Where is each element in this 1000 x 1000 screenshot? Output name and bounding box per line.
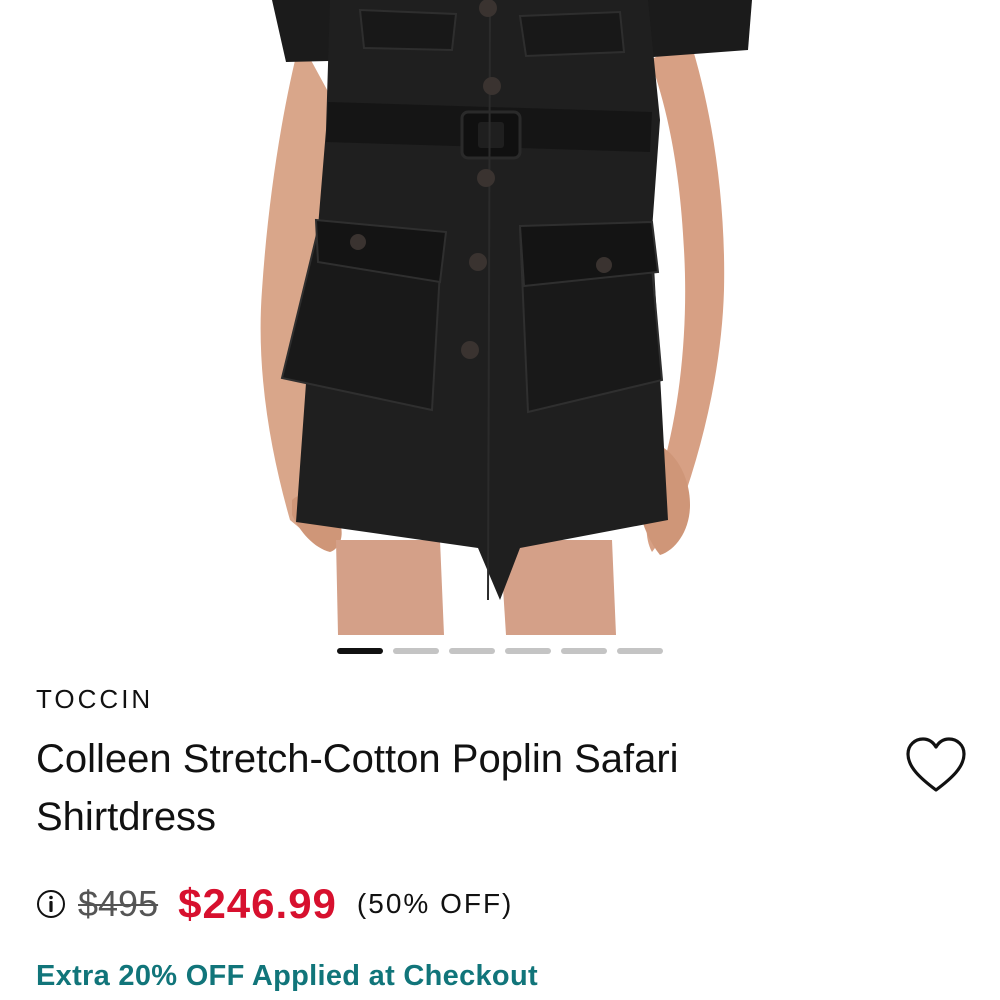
carousel-dot-3[interactable] xyxy=(449,648,495,654)
promo-message: Extra 20% OFF Applied at Checkout xyxy=(36,960,538,992)
discount-label: (50% OFF) xyxy=(356,888,514,919)
wishlist-button[interactable] xyxy=(902,734,970,796)
carousel-dot-4[interactable] xyxy=(505,648,551,654)
carousel-dot-5[interactable] xyxy=(561,648,607,654)
info-icon[interactable] xyxy=(36,889,66,919)
original-price: $495 xyxy=(78,883,159,924)
product-title: Colleen Stretch-Cotton Poplin Safari Shi… xyxy=(36,737,679,839)
carousel-dot-1[interactable] xyxy=(337,648,383,654)
brand-name[interactable]: TOCCIN xyxy=(36,684,153,715)
carousel-dot-6[interactable] xyxy=(617,648,663,654)
product-image[interactable] xyxy=(0,0,1000,635)
sale-price: $246.99 xyxy=(178,880,337,927)
heart-icon xyxy=(906,737,966,792)
product-photo xyxy=(0,0,1000,635)
product-page: TOCCIN Colleen Stretch-Cotton Poplin Saf… xyxy=(0,0,1000,1000)
price-row: $495 $246.99 (50% OFF) xyxy=(36,874,513,934)
carousel-dot-2[interactable] xyxy=(393,648,439,654)
carousel-indicators xyxy=(337,648,663,654)
